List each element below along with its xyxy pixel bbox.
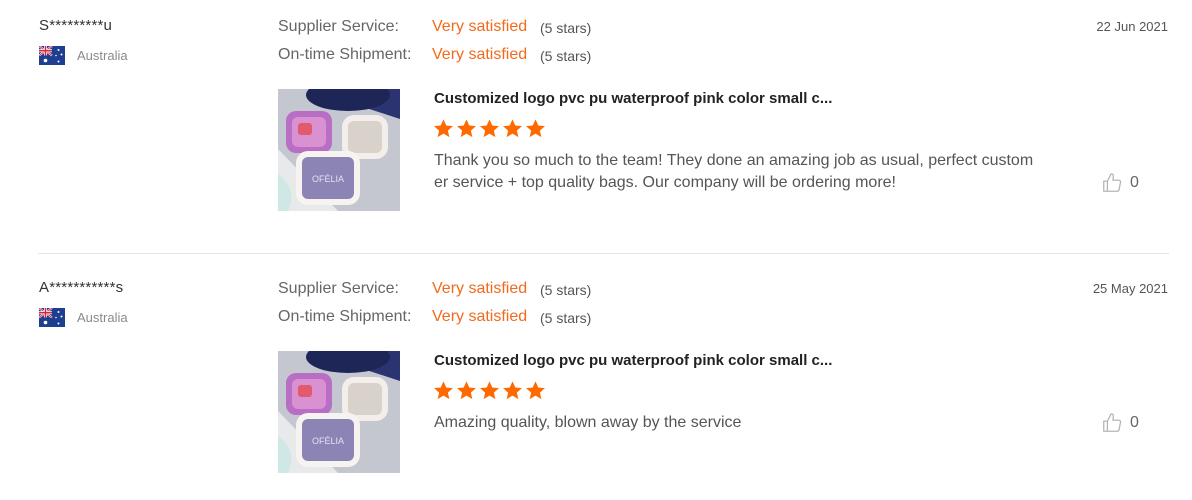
star-icon [525,118,546,139]
review-comment: Thank you so much to the team! They done… [434,152,1034,191]
product-title-link[interactable]: Customized logo pvc pu waterproof pink c… [434,90,832,107]
review-comment: Amazing quality, blown away by the servi… [434,414,742,431]
review-card: S*********u Australia Supplier Service: … [0,0,1192,254]
star-icon [502,118,523,139]
star-icon [433,380,454,401]
review-date: 22 Jun 2021 [1096,19,1168,34]
review-card: A***********s Australia Supplier Service… [0,262,1192,500]
product-thumbnail[interactable] [278,351,400,473]
star-icon [456,118,477,139]
like-count: 0 [1130,414,1139,431]
shipment-stars: (5 stars) [540,310,592,326]
supplier-service-value: Very satisfied [432,18,528,35]
star-rating [433,118,546,140]
reviewer-name: A***********s [39,279,124,296]
reviewer-country: Australia [77,48,128,63]
star-icon [525,380,546,401]
product-thumbnail[interactable] [278,89,400,211]
reviewer-country: Australia [77,310,128,325]
review-date: 25 May 2021 [1092,281,1168,296]
reviewer-name: S*********u [39,17,113,34]
supplier-service-label: Supplier Service: [278,18,399,35]
like-count: 0 [1130,174,1139,191]
product-title-link[interactable]: Customized logo pvc pu waterproof pink c… [434,352,832,369]
shipment-value: Very satisfied [432,308,528,325]
supplier-service-label: Supplier Service: [278,280,399,297]
star-rating [433,380,546,402]
review-divider [38,253,1169,254]
shipment-stars: (5 stars) [540,48,592,64]
star-icon [479,380,500,401]
australia-flag-icon [39,46,65,65]
supplier-service-stars: (5 stars) [540,20,592,36]
star-icon [433,118,454,139]
shipment-label: On-time Shipment: [278,308,412,325]
star-icon [502,380,523,401]
australia-flag-icon [39,308,65,327]
shipment-label: On-time Shipment: [278,46,412,63]
supplier-service-value: Very satisfied [432,280,528,297]
supplier-service-stars: (5 stars) [540,282,592,298]
star-icon [479,118,500,139]
shipment-value: Very satisfied [432,46,528,63]
thumbs-up-icon[interactable] [1101,172,1123,194]
star-icon [456,380,477,401]
thumbs-up-icon[interactable] [1101,412,1123,434]
